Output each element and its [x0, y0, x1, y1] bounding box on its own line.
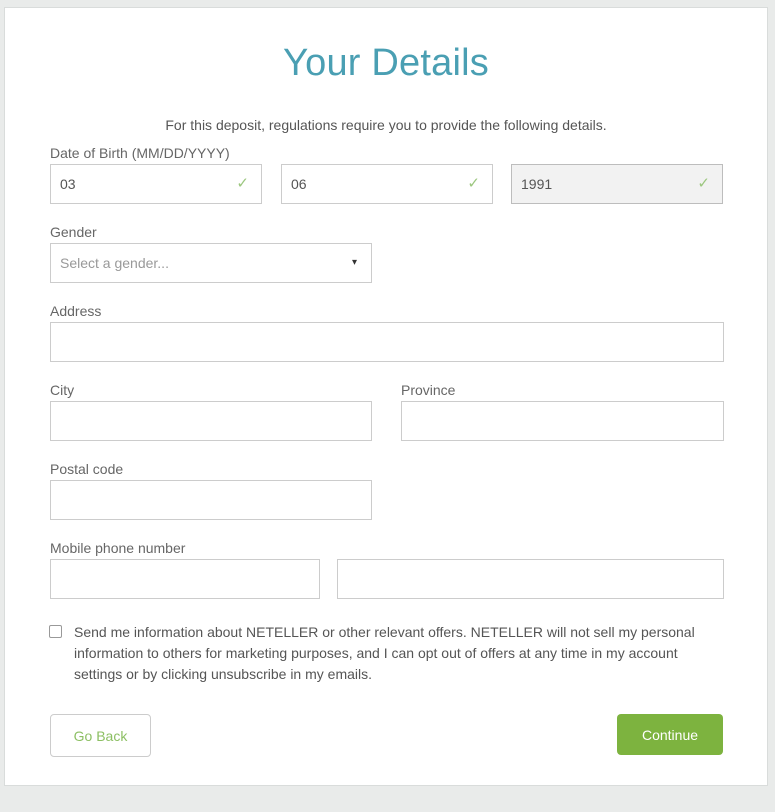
address-label: Address — [50, 303, 102, 319]
address-field[interactable] — [50, 322, 724, 362]
dob-year-value: 1991 — [521, 176, 553, 192]
intro-text: For this deposit, regulations require yo… — [165, 117, 607, 133]
dob-label: Date of Birth (MM/DD/YYYY) — [50, 145, 230, 161]
gender-select[interactable]: Select a gender... ▾ — [50, 243, 372, 283]
dob-year-field[interactable]: 1991 ✓ — [511, 164, 723, 204]
go-back-button[interactable]: Go Back — [50, 714, 151, 757]
city-label: City — [50, 382, 75, 398]
gender-label: Gender — [50, 224, 97, 240]
continue-button[interactable]: Continue — [617, 714, 723, 755]
consent-checkbox[interactable] — [49, 625, 62, 638]
dob-month-value: 03 — [60, 176, 76, 192]
checkmark-icon: ✓ — [697, 175, 710, 192]
dropdown-arrow-icon: ▾ — [351, 257, 357, 268]
province-select[interactable] — [401, 401, 724, 441]
mobile-number-field[interactable] — [337, 559, 724, 599]
city-field[interactable] — [50, 401, 372, 441]
consent-text: Send me information about NETELLER or ot… — [74, 624, 695, 682]
province-label: Province — [401, 382, 456, 398]
country-code-select[interactable] — [50, 559, 320, 599]
mobile-label: Mobile phone number — [50, 540, 186, 556]
dob-day-value: 06 — [291, 176, 307, 192]
checkmark-icon: ✓ — [236, 175, 249, 192]
dob-day-field[interactable]: 06 ✓ — [281, 164, 493, 204]
postal-code-label: Postal code — [50, 461, 124, 477]
postal-code-field[interactable] — [50, 480, 372, 520]
checkmark-icon: ✓ — [467, 175, 480, 192]
gender-placeholder: Select a gender... — [60, 255, 169, 271]
dob-month-field[interactable]: 03 ✓ — [50, 164, 262, 204]
page-title: Your Details — [283, 42, 489, 84]
